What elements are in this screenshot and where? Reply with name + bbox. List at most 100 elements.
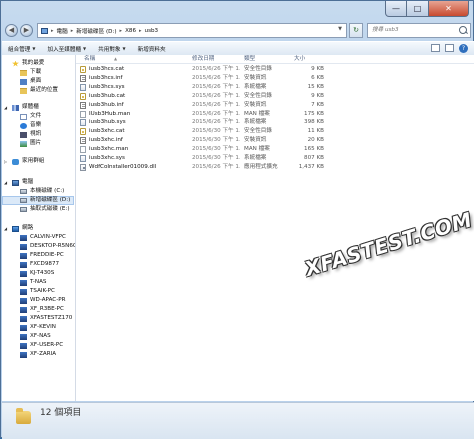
- breadcrumb-x86[interactable]: X86: [125, 28, 136, 34]
- nav-network-host[interactable]: XF-USER-PC: [20, 341, 63, 350]
- nav-network-host[interactable]: XF_R3BE-PC: [20, 305, 64, 314]
- nav-label: 圖片: [30, 140, 42, 146]
- removable-drive-icon: [20, 207, 27, 212]
- close-button[interactable]: ✕: [429, 1, 469, 17]
- collapse-arrow-icon[interactable]: ◢: [4, 226, 8, 231]
- network-computer-icon: [20, 279, 27, 286]
- nav-item-documents[interactable]: 文件: [20, 112, 41, 121]
- new-folder-button[interactable]: 新增資料夾: [132, 45, 172, 53]
- share-with-button[interactable]: 共用對象 ▼: [92, 45, 131, 53]
- file-row[interactable]: IUsb3Hub.man 2015/6/26 下午 1... MAN 檔案 175 K…: [76, 110, 474, 119]
- chevron-right-icon: ▸: [51, 27, 54, 34]
- network-computer-icon: [20, 297, 27, 304]
- nav-network-host[interactable]: CALVIN-VFPC: [20, 233, 66, 242]
- column-type[interactable]: 類型: [244, 55, 255, 63]
- navigation-pane: 我的最愛 下載 桌面 最近的位置 ◢ 媒體櫃 文件 音樂 視訊 圖片 ▷ 家用群…: [2, 55, 76, 401]
- file-row[interactable]: WdfCoInstaller01009.dll 2015/6/26 下午 1...…: [76, 163, 474, 172]
- nav-label: 電腦: [22, 179, 34, 185]
- nav-item-recent-places[interactable]: 最近的位置: [20, 86, 58, 95]
- include-library-button[interactable]: 加入至媒體櫃 ▼: [41, 45, 92, 53]
- address-bar[interactable]: ▸ 電腦 ▸ 新增磁碟區 (D:) ▸ X86 ▸ usb3 ▼: [37, 23, 347, 38]
- file-size: 807 KB: [304, 155, 324, 161]
- column-size[interactable]: 大小: [294, 55, 305, 63]
- file-name: iusb3xhc.cat: [89, 128, 125, 135]
- search-input[interactable]: 搜尋 usb3: [367, 23, 471, 38]
- nav-item-pictures[interactable]: 圖片: [20, 139, 41, 148]
- nav-label: 家用群組: [22, 158, 45, 164]
- nav-item-videos[interactable]: 視訊: [20, 130, 41, 139]
- item-count: 12 個項目: [40, 408, 82, 418]
- sort-arrow-icon: ▲: [114, 56, 118, 61]
- nav-network-host[interactable]: XF-ZARIA: [20, 350, 56, 359]
- minimize-button[interactable]: —: [385, 1, 407, 17]
- file-row[interactable]: iusb3hcs.inf 2015/6/26 下午 1... 安裝資訊 6 KB: [76, 74, 474, 83]
- file-row[interactable]: iusb3hcs.sys 2015/6/26 下午 1... 系統檔案 15 KB: [76, 83, 474, 92]
- search-icon[interactable]: [459, 26, 467, 34]
- explorer-window: — □ ✕ ◀ ▶ ▸ 電腦 ▸ 新增磁碟區 (D:) ▸ X86 ▸ usb3…: [0, 0, 474, 439]
- expand-arrow-icon[interactable]: ▷: [4, 159, 8, 164]
- nav-item-drive-d[interactable]: 新增磁碟區 (D:): [2, 196, 74, 205]
- folder-icon: [16, 408, 31, 424]
- file-row[interactable]: iusb3xhc.cat 2015/6/30 下午 1... 安全性目錄 11 KB: [76, 127, 474, 136]
- file-date: 2015/6/26 下午 1...: [192, 101, 240, 108]
- collapse-arrow-icon[interactable]: ◢: [4, 180, 8, 185]
- file-date: 2015/6/26 下午 1...: [192, 66, 240, 72]
- file-row[interactable]: iusb3hub.inf 2015/6/26 下午 1... 安裝資訊 7 KB: [76, 101, 474, 110]
- nav-network-host[interactable]: TSAIK-PC: [20, 287, 55, 296]
- nav-label: T-NAS: [30, 279, 47, 285]
- file-row[interactable]: iusb3xhc.sys 2015/6/30 下午 1... 系統檔案 807 KB: [76, 154, 474, 163]
- inf-file-icon: [80, 74, 86, 82]
- help-icon[interactable]: ?: [459, 44, 468, 53]
- preview-pane-icon[interactable]: [445, 44, 454, 52]
- nav-network-host[interactable]: XF-KEVIN: [20, 323, 56, 332]
- network-computer-icon: [20, 342, 27, 349]
- network-computer-icon: [20, 270, 27, 277]
- file-row[interactable]: iusb3hcs.cat 2015/6/26 下午 1... 安全性目錄 9 KB: [76, 65, 474, 74]
- nav-item-desktop[interactable]: 桌面: [20, 77, 41, 86]
- drive-icon: [20, 198, 27, 203]
- nav-label: WD-APAC-PR: [30, 297, 66, 303]
- forward-button[interactable]: ▶: [20, 24, 33, 37]
- nav-favorites[interactable]: 我的最愛: [12, 59, 44, 68]
- organize-button[interactable]: 組合管理 ▼: [2, 45, 41, 53]
- maximize-button[interactable]: □: [407, 1, 429, 17]
- nav-network-host[interactable]: WD-APAC-PR: [20, 296, 66, 305]
- nav-network-host[interactable]: T-NAS: [20, 278, 46, 287]
- nav-network-host[interactable]: FXCD9877: [20, 260, 59, 269]
- nav-label: DESKTOP-R5N6QC: [30, 243, 75, 249]
- file-row[interactable]: iusb3hub.cat 2015/6/26 下午 1... 安全性目錄 9 KB: [76, 92, 474, 101]
- view-options-icon[interactable]: [431, 44, 440, 52]
- nav-network-host[interactable]: FREDDIE-PC: [20, 251, 64, 260]
- nav-network[interactable]: 網路: [12, 224, 33, 233]
- pictures-icon: [20, 140, 27, 147]
- column-date[interactable]: 修改日期: [192, 55, 214, 63]
- nav-network-host[interactable]: KJ-T430S: [20, 269, 54, 278]
- collapse-arrow-icon[interactable]: ◢: [4, 105, 8, 110]
- view-controls: ?: [426, 44, 468, 53]
- nav-item-music[interactable]: 音樂: [20, 121, 41, 130]
- nav-item-drive-c[interactable]: 本機磁碟 (C:): [20, 187, 64, 196]
- recent-places-icon: [20, 87, 27, 94]
- file-row[interactable]: iusb3hub.sys 2015/6/26 下午 1... 系統檔案 398 KB: [76, 118, 474, 127]
- nav-libraries[interactable]: 媒體櫃: [12, 103, 39, 112]
- file-row[interactable]: iusb3xhc.inf 2015/6/30 下午 1... 安裝資訊 20 KB: [76, 136, 474, 145]
- breadcrumb-usb3[interactable]: usb3: [145, 28, 159, 34]
- nav-item-drive-e[interactable]: 抽取式磁碟 (E:): [20, 205, 70, 214]
- nav-computer[interactable]: 電腦: [12, 178, 33, 187]
- nav-network-host[interactable]: XF-NAS: [20, 332, 51, 341]
- column-name[interactable]: 名稱: [84, 55, 95, 63]
- nav-network-host[interactable]: DESKTOP-R5N6QC: [20, 242, 75, 251]
- chevron-down-icon[interactable]: ▼: [338, 26, 342, 32]
- breadcrumb-computer[interactable]: 電腦: [57, 27, 68, 35]
- back-button[interactable]: ◀: [5, 24, 18, 37]
- file-row[interactable]: iusb3xhc.man 2015/6/30 下午 1... MAN 檔案 165 K…: [76, 145, 474, 154]
- nav-network-host[interactable]: XFASTESTZ170: [20, 314, 72, 323]
- title-bar[interactable]: — □ ✕: [1, 1, 473, 19]
- file-size: 11 KB: [307, 128, 324, 135]
- nav-item-downloads[interactable]: 下載: [20, 68, 41, 77]
- nav-label: 抽取式磁碟 (E:): [30, 206, 70, 212]
- nav-label: 音樂: [30, 122, 42, 128]
- breadcrumb-drive-d[interactable]: 新增磁碟區 (D:): [76, 27, 116, 35]
- nav-homegroup[interactable]: 家用群組: [12, 157, 44, 166]
- refresh-button[interactable]: ↻: [349, 23, 363, 38]
